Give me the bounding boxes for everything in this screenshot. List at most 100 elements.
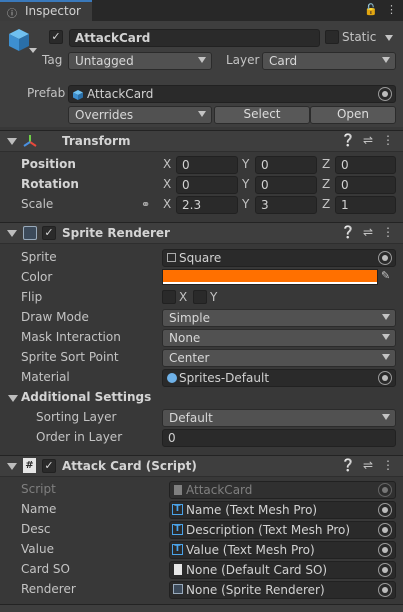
sprite-renderer-title: Sprite Renderer	[62, 226, 170, 240]
position-z-label[interactable]: Z	[322, 157, 330, 171]
mask-interaction-dropdown[interactable]: None	[162, 329, 396, 347]
object-picker-icon	[378, 483, 392, 497]
help-icon[interactable]: ❔	[338, 133, 358, 147]
tab-inspector-label: Inspector	[25, 4, 81, 18]
rotation-y-label[interactable]: Y	[242, 177, 249, 191]
prefab-field[interactable]: AttackCard	[68, 85, 396, 103]
chevron-down-icon	[382, 334, 390, 340]
more-menu-icon[interactable]: ⋮	[378, 458, 398, 472]
layer-label: Layer	[226, 53, 260, 67]
position-y-label[interactable]: Y	[242, 157, 249, 171]
foldout-arrow-icon[interactable]	[7, 230, 17, 237]
rotation-z-label[interactable]: Z	[322, 177, 330, 191]
position-x-label[interactable]: X	[163, 157, 171, 171]
material-value: Sprites-Default	[179, 371, 270, 385]
object-picker-icon[interactable]	[378, 583, 392, 597]
order-in-layer-field[interactable]: 0	[162, 429, 396, 447]
tab-inspector[interactable]: ⓘ Inspector	[0, 0, 92, 21]
script-value: AttackCard	[186, 483, 253, 497]
chevron-down-icon	[382, 57, 390, 63]
name-field-value: Name (Text Mesh Pro)	[186, 503, 318, 517]
flip-y-checkbox[interactable]	[193, 290, 207, 304]
scale-y-field[interactable]: 3	[255, 196, 317, 214]
foldout-arrow-icon[interactable]	[7, 463, 17, 470]
object-picker-icon[interactable]	[378, 503, 392, 517]
additional-settings-foldout-icon[interactable]	[8, 395, 18, 402]
card-so-field-label: Card SO	[21, 562, 70, 576]
desc-field-label: Desc	[21, 522, 51, 536]
csharp-script-icon: #	[23, 458, 36, 473]
more-menu-icon[interactable]: ⋮	[378, 133, 398, 147]
icon-dropdown-arrow[interactable]	[29, 48, 37, 53]
object-picker-icon[interactable]	[378, 563, 392, 577]
rotation-z-field[interactable]: 0	[335, 176, 396, 194]
overrides-dropdown[interactable]: Overrides	[68, 106, 212, 124]
scale-z-label[interactable]: Z	[322, 197, 330, 211]
transform-axes-icon	[22, 133, 38, 149]
presets-icon[interactable]: ⇌	[358, 225, 378, 239]
desc-field[interactable]: T Description (Text Mesh Pro)	[169, 521, 396, 539]
tab-bar: ⓘ Inspector 🔓 ⋮	[0, 0, 403, 21]
rotation-x-label[interactable]: X	[163, 177, 171, 191]
eyedropper-icon[interactable]: ✎	[381, 269, 390, 282]
chevron-down-icon	[382, 414, 390, 420]
position-z-field[interactable]: 0	[335, 156, 396, 174]
scale-x-field[interactable]: 2.3	[176, 196, 238, 214]
attack-card-enabled-checkbox[interactable]: ✓	[42, 459, 56, 473]
position-y-field[interactable]: 0	[255, 156, 317, 174]
rotation-x-field[interactable]: 0	[176, 176, 238, 194]
sorting-layer-value: Default	[169, 411, 213, 425]
layer-dropdown[interactable]: Card	[262, 52, 396, 70]
sprite-renderer-small-icon	[173, 584, 183, 594]
static-dropdown-arrow[interactable]	[385, 35, 393, 41]
color-swatch-fill	[163, 270, 377, 282]
additional-settings-label[interactable]: Additional Settings	[21, 390, 151, 404]
lock-icon[interactable]: 🔓	[364, 3, 378, 16]
object-picker-icon[interactable]	[378, 543, 392, 557]
select-button[interactable]: Select	[214, 106, 310, 124]
link-scale-icon[interactable]: ⚭	[141, 198, 150, 211]
tag-dropdown[interactable]: Untagged	[68, 52, 212, 70]
foldout-arrow-icon[interactable]	[7, 138, 17, 145]
color-swatch[interactable]	[162, 269, 378, 285]
renderer-field-label: Renderer	[21, 582, 76, 596]
active-checkbox[interactable]: ✓	[49, 30, 63, 44]
color-label: Color	[21, 270, 53, 284]
help-icon[interactable]: ❔	[338, 458, 358, 472]
object-picker-icon[interactable]	[378, 371, 392, 385]
object-picker-icon[interactable]	[378, 251, 392, 265]
scale-z-field[interactable]: 1	[335, 196, 396, 214]
presets-icon[interactable]: ⇌	[358, 133, 378, 147]
transform-title: Transform	[62, 134, 131, 148]
text-mesh-pro-icon: T	[172, 524, 183, 535]
sprite-field[interactable]: Square	[162, 249, 396, 267]
script-file-icon	[174, 485, 182, 495]
draw-mode-dropdown[interactable]: Simple	[162, 309, 396, 327]
position-x-field[interactable]: 0	[176, 156, 238, 174]
name-field[interactable]: T Name (Text Mesh Pro)	[169, 501, 396, 519]
sprite-renderer-enabled-checkbox[interactable]: ✓	[42, 226, 56, 240]
presets-icon[interactable]: ⇌	[358, 458, 378, 472]
sorting-layer-dropdown[interactable]: Default	[162, 409, 396, 427]
object-picker-icon[interactable]	[378, 87, 392, 101]
flip-x-checkbox[interactable]	[162, 290, 176, 304]
rotation-y-field[interactable]: 0	[255, 176, 317, 194]
value-field[interactable]: T Value (Text Mesh Pro)	[169, 541, 396, 559]
sprite-sort-point-dropdown[interactable]: Center	[162, 349, 396, 367]
scale-x-label[interactable]: X	[163, 197, 171, 211]
object-name-field[interactable]: AttackCard	[69, 29, 320, 47]
renderer-field[interactable]: None (Sprite Renderer)	[169, 581, 396, 599]
help-icon[interactable]: ❔	[338, 225, 358, 239]
position-label: Position	[21, 157, 76, 171]
sprite-value: Square	[179, 251, 222, 265]
open-button[interactable]: Open	[310, 106, 396, 124]
more-menu-icon[interactable]: ⋮	[386, 3, 397, 16]
card-so-field-value: None (Default Card SO)	[186, 563, 328, 577]
card-so-field[interactable]: None (Default Card SO)	[169, 561, 396, 579]
scale-y-label[interactable]: Y	[242, 197, 249, 211]
text-mesh-pro-icon: T	[172, 544, 183, 555]
more-menu-icon[interactable]: ⋮	[378, 225, 398, 239]
material-field[interactable]: Sprites-Default	[162, 369, 396, 387]
static-checkbox[interactable]	[325, 30, 339, 44]
object-picker-icon[interactable]	[378, 523, 392, 537]
